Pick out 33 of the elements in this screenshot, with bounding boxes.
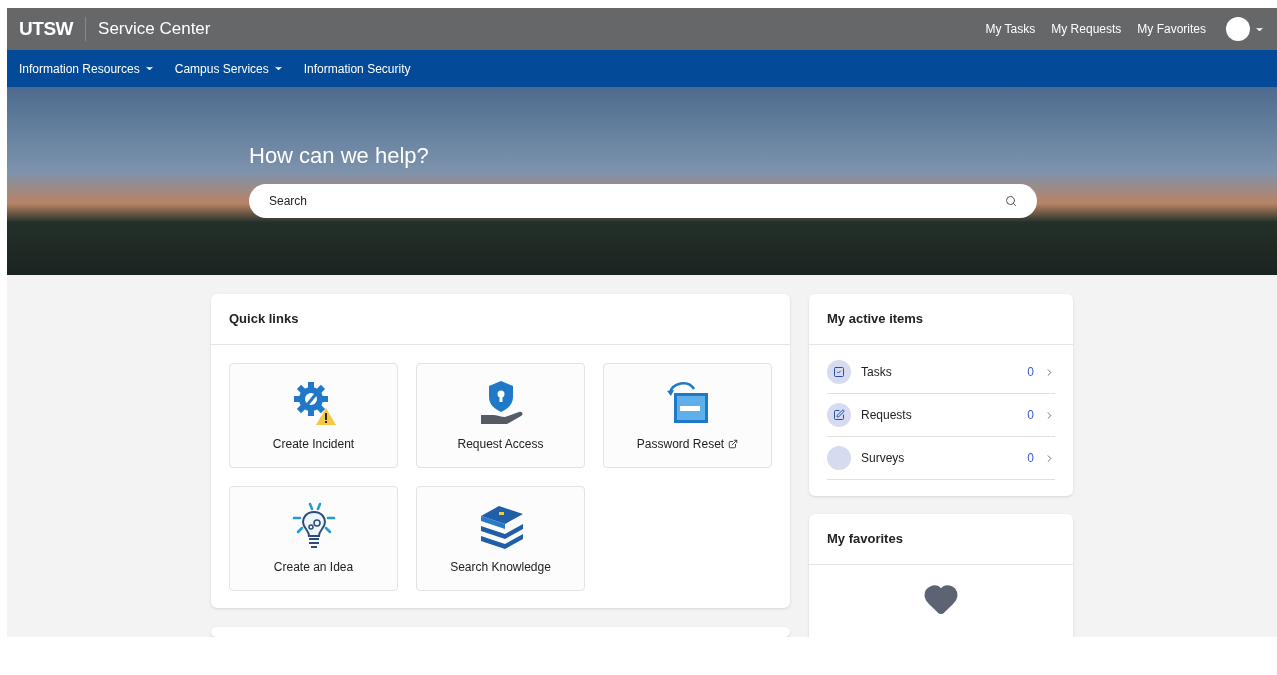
item-label: Requests <box>861 407 912 424</box>
header-link[interactable]: My Requests <box>1051 20 1122 38</box>
nav-item[interactable]: Information Security <box>303 59 411 78</box>
active-item-row[interactable]: Tasks 0 <box>827 351 1055 394</box>
active-item-row[interactable]: Surveys 0 <box>827 437 1055 480</box>
user-menu[interactable] <box>1226 17 1265 41</box>
item-count: 0 <box>1027 450 1034 467</box>
site-title: Service Center <box>98 18 211 41</box>
avatar-icon <box>1226 17 1250 41</box>
header-link[interactable]: My Tasks <box>985 20 1036 38</box>
card-title: My active items <box>827 310 924 329</box>
quick-link-tile[interactable]: Create Incident <box>229 363 398 468</box>
logo: UTSW <box>19 16 74 41</box>
card-title: Quick links <box>229 310 299 329</box>
item-label: Tasks <box>861 364 892 381</box>
hero-heading: How can we help? <box>249 142 430 170</box>
item-count: 0 <box>1027 364 1034 381</box>
quick-link-tile[interactable]: Password Reset <box>603 363 772 468</box>
external-link-icon <box>728 438 739 449</box>
active-item-row[interactable]: Requests 0 <box>827 394 1055 437</box>
edit-icon <box>827 403 851 427</box>
header-link[interactable]: My Favorites <box>1137 20 1206 38</box>
card-title: My favorites <box>827 530 903 549</box>
search-icon <box>1005 195 1017 207</box>
quick-link-tile[interactable]: Create an Idea <box>229 486 398 591</box>
quick-link-tile[interactable]: Request Access <box>416 363 585 468</box>
checkbox-icon <box>827 360 851 384</box>
quick-link-tile[interactable]: Search Knowledge <box>416 486 585 591</box>
search-field[interactable]: Search <box>249 184 1037 218</box>
nav-item[interactable]: Information Resources <box>19 59 155 78</box>
item-label: Surveys <box>861 450 905 467</box>
item-count: 0 <box>1027 407 1034 424</box>
nav-item[interactable]: Campus Services <box>174 59 284 78</box>
